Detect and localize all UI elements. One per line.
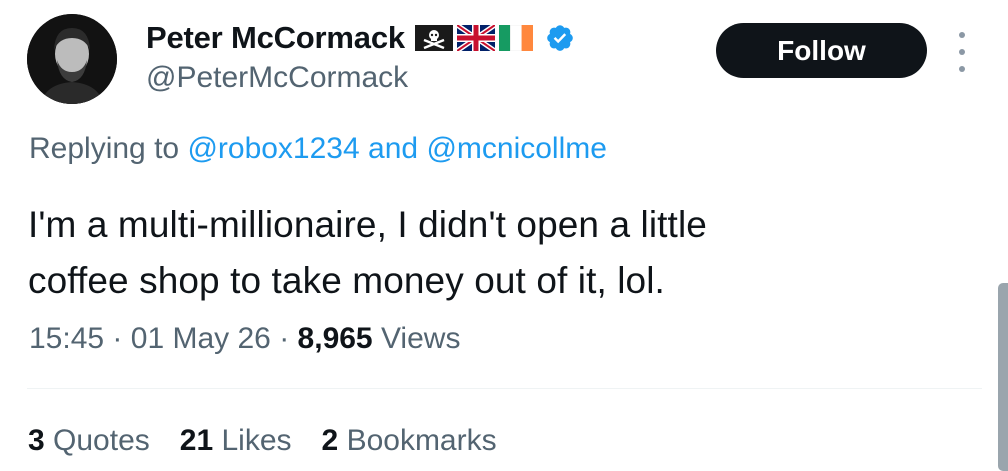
- tweet-text-line: coffee shop to take money out of it, lol…: [28, 260, 665, 301]
- tweet-date[interactable]: 01 May 26: [131, 322, 271, 355]
- pirate-flag-icon: [414, 25, 453, 51]
- likes-label: Likes: [221, 424, 292, 457]
- verified-badge-icon[interactable]: [545, 23, 575, 53]
- reply-conjunction[interactable]: and: [368, 132, 418, 165]
- flag-emojis: [414, 25, 533, 51]
- quotes-count: 3: [28, 424, 45, 457]
- bookmarks-count: 2: [321, 424, 339, 457]
- tweet-meta: 15:45 · 01 May 26 · 8,965 Views: [29, 322, 460, 356]
- engagement-stats: 3 Quotes 21 Likes 2 Bookmarks: [28, 424, 497, 458]
- author-handle[interactable]: @PeterMcCormack: [146, 61, 408, 95]
- views-count: 8,965: [297, 322, 373, 355]
- replying-to-label: Replying to: [29, 132, 180, 165]
- meta-separator: ·: [279, 322, 290, 355]
- avatar-photo: [27, 14, 117, 104]
- mention-link-mcnicollme[interactable]: @mcnicollme: [426, 132, 606, 165]
- quotes-stat[interactable]: 3 Quotes: [28, 424, 150, 458]
- tweet-text: I'm a multi-millionaire, I didn't open a…: [28, 197, 928, 309]
- likes-stat[interactable]: 21 Likes: [180, 424, 292, 458]
- more-dot: [959, 32, 965, 38]
- replying-to-line: Replying to @robox1234 and @mcnicollme: [29, 132, 607, 166]
- bookmarks-stat[interactable]: 2 Bookmarks: [322, 424, 497, 458]
- follow-button[interactable]: Follow: [716, 23, 927, 78]
- mention-link-robox1234[interactable]: @robox1234: [187, 132, 359, 165]
- avatar[interactable]: [27, 14, 117, 104]
- uk-flag-icon: [456, 25, 495, 51]
- views-label: Views: [380, 322, 461, 355]
- meta-separator: ·: [112, 322, 123, 355]
- tweet-time[interactable]: 15:45: [29, 322, 104, 355]
- quotes-label: Quotes: [53, 424, 150, 457]
- author-display-name[interactable]: Peter McCormack: [146, 20, 405, 56]
- author-name-row: Peter McCormack: [146, 16, 575, 60]
- tweet-text-line: I'm a multi-millionaire, I didn't open a…: [28, 204, 707, 245]
- more-options-icon[interactable]: [954, 32, 970, 72]
- ireland-flag-icon: [498, 25, 533, 51]
- scrollbar[interactable]: [998, 283, 1008, 471]
- divider: [27, 388, 982, 389]
- likes-count: 21: [179, 424, 214, 457]
- more-dot: [959, 66, 965, 72]
- bookmarks-label: Bookmarks: [346, 424, 497, 457]
- more-dot: [959, 49, 965, 55]
